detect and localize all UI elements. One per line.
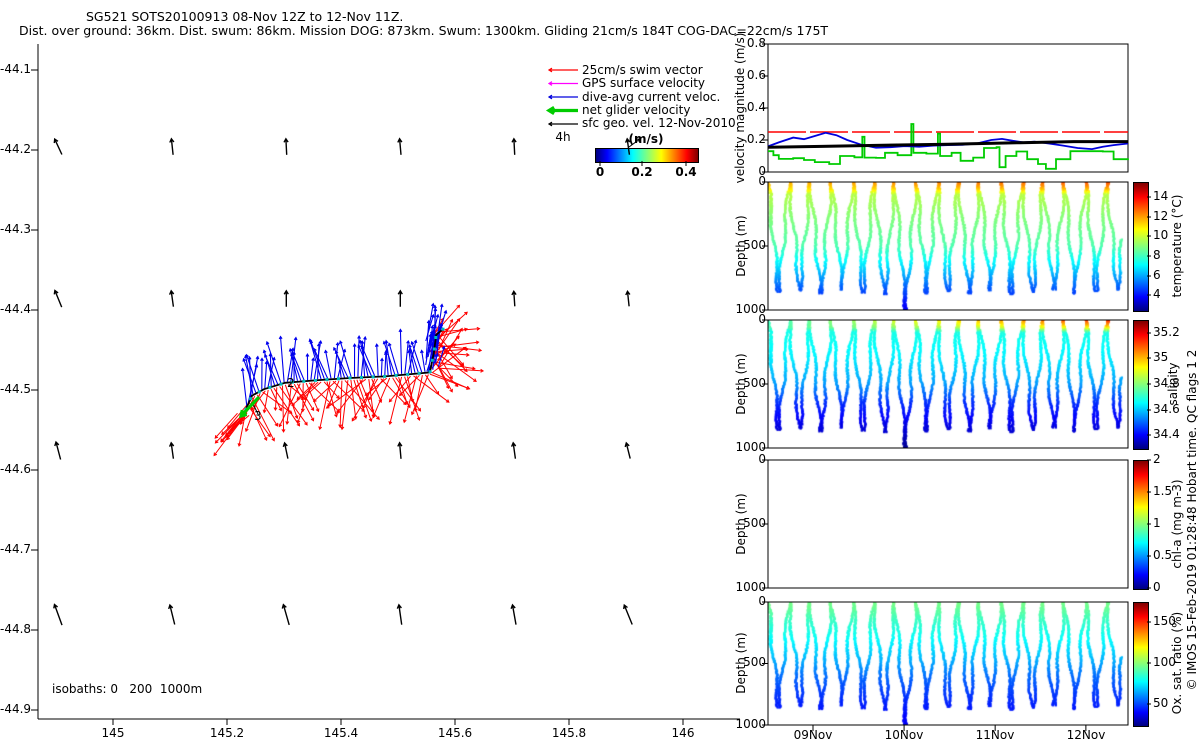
- date-tick: 12Nov: [1056, 729, 1116, 742]
- depth-axis-label: Depth (m): [734, 353, 748, 414]
- map-xtick: 145.8: [539, 727, 599, 740]
- depth-tick: 0: [733, 453, 766, 466]
- plot-subtitle: Dist. over ground: 36km. Dist. swum: 86k…: [19, 24, 828, 37]
- map-ytick: -44.4: [0, 303, 31, 316]
- oxygen-cb-label: Ox. sat. ratio (%): [1170, 612, 1184, 714]
- map-ytick: -44.3: [0, 223, 31, 236]
- map-xtick: 145: [83, 727, 143, 740]
- glider-mission-figure: SG521 SOTS20100913 08-Nov 12Z to 12-Nov …: [0, 0, 1200, 750]
- date-tick: 11Nov: [965, 729, 1025, 742]
- map-ytick: -44.8: [0, 623, 31, 636]
- date-tick: 10Nov: [874, 729, 934, 742]
- map-xtick: 146: [653, 727, 713, 740]
- isobaths-note: isobaths: 0 200 1000m: [52, 683, 202, 696]
- map-ytick: -44.5: [0, 383, 31, 396]
- plot-title: SG521 SOTS20100913 08-Nov 12Z to 12-Nov …: [86, 10, 403, 23]
- map-ytick: -44.7: [0, 543, 31, 556]
- dive-label: 2: [287, 377, 295, 390]
- dive-label: 3: [254, 410, 262, 423]
- depth-tick: 0: [733, 175, 766, 188]
- temperature-cb-label: temperature (°C): [1170, 195, 1184, 298]
- map-colorbar-tick: 0.4: [666, 166, 706, 179]
- depth-tick: 1000: [733, 718, 766, 731]
- map-xtick: 145.2: [197, 727, 257, 740]
- map-colorbar-tick: 0.2: [622, 166, 662, 179]
- map-xtick: 145.6: [425, 727, 485, 740]
- legend-sfc-geo-velocity: sfc geo. vel. 12-Nov-2010: [582, 117, 736, 130]
- depth-tick: 0: [733, 595, 766, 608]
- depth-axis-label: Depth (m): [734, 215, 748, 276]
- time-scale-label: 4h: [548, 131, 578, 144]
- map-ytick: -44.1: [0, 63, 31, 76]
- map-ytick: -44.9: [0, 703, 31, 716]
- depth-tick: 1000: [733, 581, 766, 594]
- legend-gps-velocity: GPS surface velocity: [582, 77, 705, 90]
- depth-axis-label: Depth (m): [734, 493, 748, 554]
- sal-cb-tick: 35.2: [1153, 326, 1197, 339]
- map-colorbar-title: (m/s): [616, 133, 676, 146]
- salinity-cb-label: salinity: [1166, 362, 1180, 405]
- map-colorbar-tick: 0: [580, 166, 620, 179]
- map-xtick: 145.4: [311, 727, 371, 740]
- map-ytick: -44.2: [0, 143, 31, 156]
- depth-axis-label: Depth (m): [734, 632, 748, 693]
- date-tick: 09Nov: [783, 729, 843, 742]
- chl-cb-label: chl-a (mg m-3): [1170, 479, 1184, 568]
- imos-watermark: © IMOS 15-Feb-2019 01:28:48 Hobart time.…: [1185, 350, 1199, 691]
- depth-tick: 0: [733, 313, 766, 326]
- velocity-ylabel: velocity magnitude (m/s): [733, 33, 747, 184]
- map-ytick: -44.6: [0, 463, 31, 476]
